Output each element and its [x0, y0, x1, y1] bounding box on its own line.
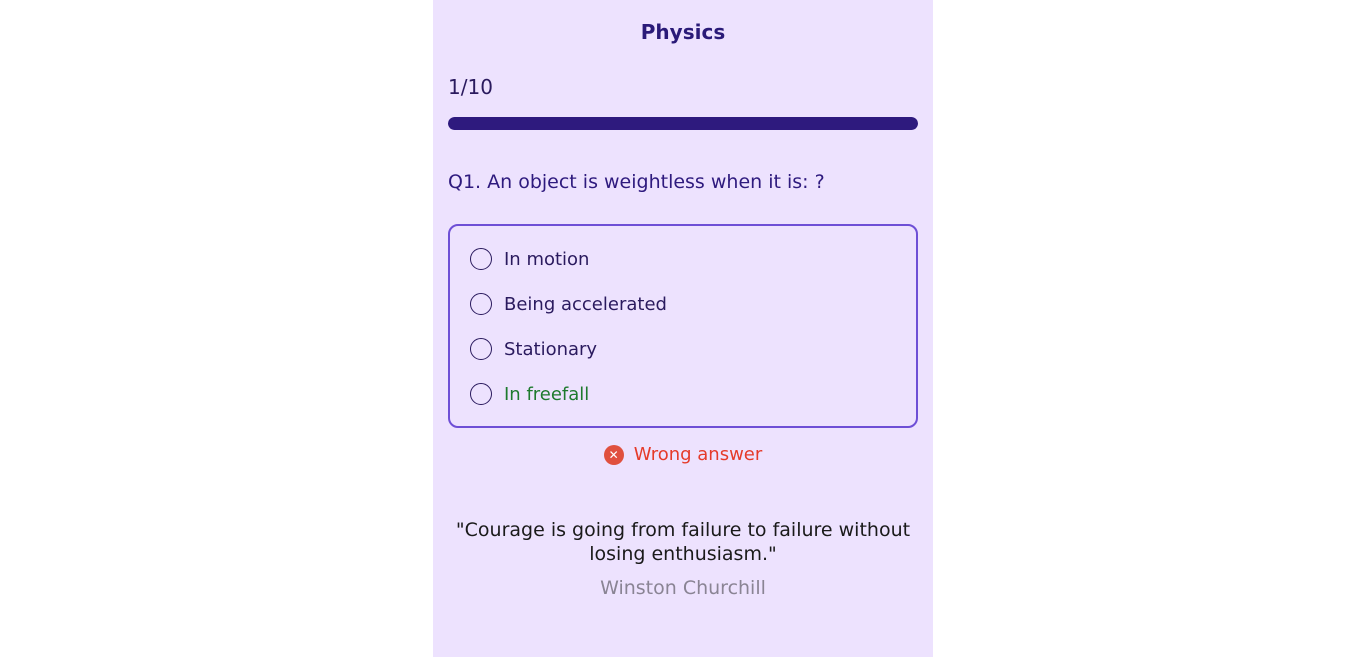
option-in-motion[interactable]: In motion — [470, 246, 589, 272]
radio-button[interactable] — [470, 338, 492, 360]
progress-counter: 1/10 — [448, 75, 493, 99]
progress-bar — [448, 117, 918, 130]
radio-button[interactable] — [470, 383, 492, 405]
option-stationary[interactable]: Stationary — [470, 336, 597, 362]
feedback-text: Wrong answer — [633, 444, 763, 465]
option-being-accelerated[interactable]: Being accelerated — [470, 291, 667, 317]
answer-feedback: ✕ Wrong answer — [433, 444, 933, 465]
radio-button[interactable] — [470, 248, 492, 270]
option-label: In motion — [504, 248, 590, 270]
progress-bar-fill — [448, 117, 918, 130]
options-group: In motion Being accelerated Stationary I… — [448, 224, 918, 428]
quiz-panel: Physics 1/10 Q1. An object is weightless… — [433, 0, 933, 657]
option-in-freefall[interactable]: In freefall — [470, 381, 589, 407]
option-label: Being accelerated — [504, 293, 667, 315]
option-label-correct: In freefall — [504, 383, 590, 405]
quiz-title: Physics — [640, 20, 726, 44]
question-text: Q1. An object is weightless when it is: … — [448, 171, 825, 193]
radio-button[interactable] — [470, 293, 492, 315]
option-label: Stationary — [504, 338, 598, 360]
quote-text: "Courage is going from failure to failur… — [455, 519, 911, 565]
wrong-icon: ✕ — [603, 444, 624, 465]
quote-author: Winston Churchill — [600, 577, 766, 599]
